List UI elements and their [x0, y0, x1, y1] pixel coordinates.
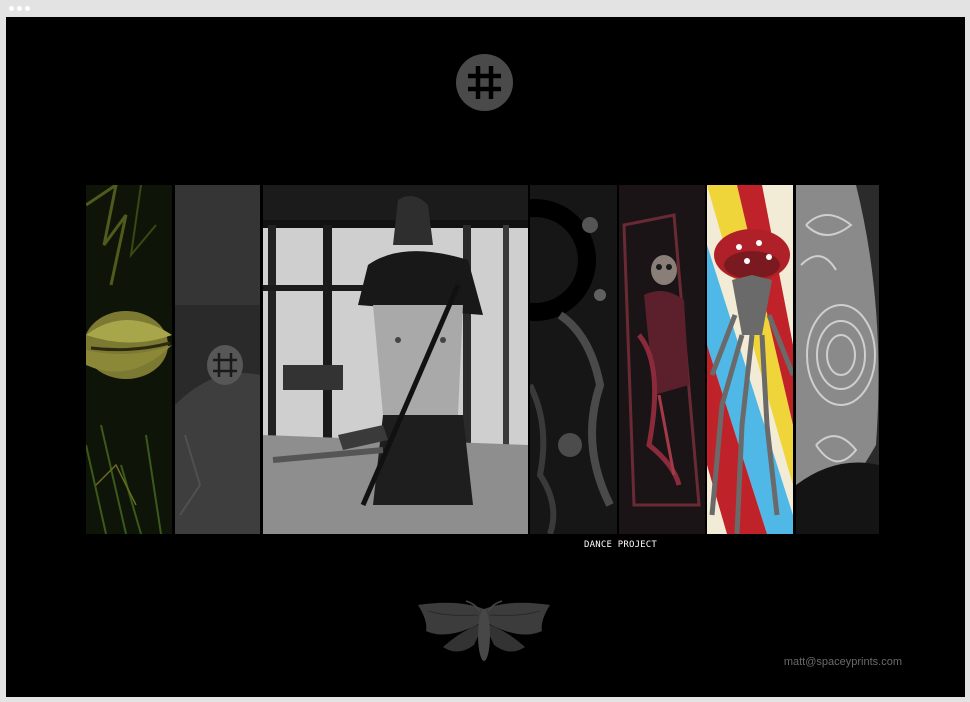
panel-lips-forest[interactable] — [86, 185, 172, 534]
panel-damascus-blade[interactable] — [796, 185, 879, 534]
maximize-dot[interactable] — [25, 6, 30, 11]
page-viewport: DANCE PROJECT matt@spaceyprints.com — [6, 17, 965, 697]
contact-email-link[interactable]: matt@spaceyprints.com — [784, 656, 902, 668]
minimize-dot[interactable] — [17, 6, 22, 11]
grid-circle-icon[interactable] — [456, 54, 513, 111]
panel-spider-illustration[interactable] — [707, 185, 793, 534]
moth-icon — [408, 599, 560, 673]
window-titlebar — [0, 0, 970, 17]
panel-dance-project[interactable] — [263, 185, 528, 534]
panel-abstract-circle[interactable] — [530, 185, 617, 534]
gallery-strip: DANCE PROJECT — [86, 185, 879, 552]
panel-label-tag[interactable]: DANCE PROJECT — [567, 538, 673, 552]
panel-red-skeleton[interactable] — [619, 185, 705, 534]
panel-masked-figure[interactable] — [175, 185, 260, 534]
close-dot[interactable] — [9, 6, 14, 11]
